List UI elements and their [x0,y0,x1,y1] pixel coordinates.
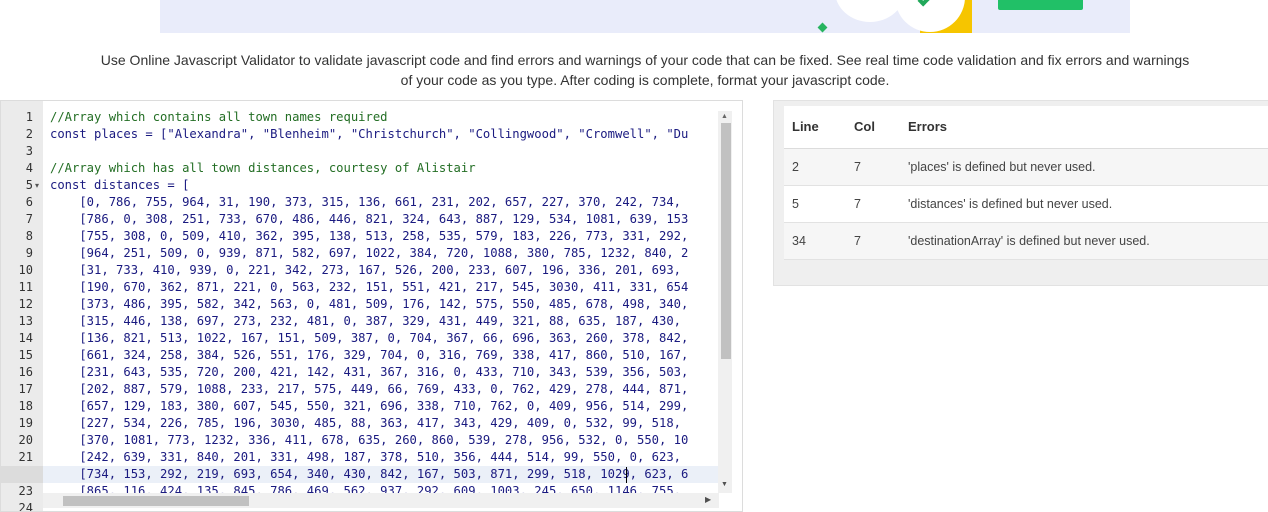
code-line: [315, 446, 138, 697, 273, 232, 481, 0, 3… [50,314,682,328]
error-col: 7 [846,222,900,260]
table-row[interactable]: 5 7 'distances' is defined but never use… [784,185,1268,223]
error-line: 2 [784,148,846,186]
scroll-right-icon[interactable]: ▶ [705,495,711,504]
code-line: [370, 1081, 773, 1232, 336, 411, 678, 63… [50,433,689,447]
validation-results-panel: Line Col Errors 2 7 'places' is defined … [773,100,1268,286]
line-number: 18 [18,399,33,413]
table-row[interactable]: 2 7 'places' is defined but never used. [784,148,1268,186]
code-line: [964, 251, 509, 0, 939, 871, 582, 697, 1… [50,246,689,260]
code-line: //Array which has all town distances, co… [50,161,476,175]
error-line: 5 [784,185,846,223]
editor-gutter: 123456789101112131415161718192021222324▾ [1,101,43,511]
code-line: [190, 670, 362, 871, 221, 0, 563, 232, 1… [50,280,689,294]
code-line: const distances = [ [50,178,190,192]
line-number: 20 [18,433,33,447]
banner-action-button[interactable] [998,0,1083,10]
errors-table-header: Line Col Errors [784,106,1268,149]
line-number: 10 [18,263,33,277]
column-header-line: Line [784,106,846,149]
error-col: 7 [846,185,900,223]
code-line: [227, 534, 226, 785, 196, 3030, 485, 88,… [50,416,682,430]
vertical-scrollbar[interactable]: ▲ ▼ [718,111,732,493]
code-line: [786, 0, 308, 251, 733, 670, 486, 446, 8… [50,212,689,226]
scroll-up-icon[interactable]: ▲ [721,113,728,120]
error-message: 'destinationArray' is defined but never … [900,222,1268,260]
column-header-errors: Errors [900,106,1268,149]
code-line: [242, 639, 331, 840, 201, 331, 498, 187,… [50,450,682,464]
line-number: 8 [25,229,33,243]
line-number: 19 [18,416,33,430]
banner-decoration-circle [835,0,905,22]
line-number: 13 [18,314,33,328]
line-number: 17 [18,382,33,396]
code-line: [657, 129, 183, 380, 607, 545, 550, 321,… [50,399,689,413]
line-number: 16 [18,365,33,379]
code-line: [0, 786, 755, 964, 31, 190, 373, 315, 13… [50,195,682,209]
code-line: [31, 733, 410, 939, 0, 221, 342, 273, 16… [50,263,682,277]
vertical-scrollbar-thumb[interactable] [721,123,731,359]
line-number: 9 [25,246,33,260]
code-line: [734, 153, 292, 219, 693, 654, 340, 430,… [50,467,689,481]
error-col: 7 [846,148,900,186]
code-editor[interactable]: 123456789101112131415161718192021222324▾… [0,100,743,512]
error-message: 'places' is defined but never used. [900,148,1268,186]
active-line-gutter [1,466,43,483]
code-line: [373, 486, 395, 582, 342, 563, 0, 481, 5… [50,297,689,311]
line-number: 23 [18,484,33,498]
line-number: 5 [25,178,33,192]
line-number: 15 [18,348,33,362]
line-number: 21 [18,450,33,464]
line-number: 6 [25,195,33,209]
code-line: [755, 308, 0, 509, 410, 362, 395, 138, 5… [50,229,689,243]
horizontal-scrollbar[interactable]: ▶ [43,493,719,508]
hero-banner [160,0,1130,33]
line-number: 11 [18,280,33,294]
table-row[interactable]: 34 7 'destinationArray' is defined but n… [784,222,1268,260]
line-number: 14 [18,331,33,345]
code-line: //Array which contains all town names re… [50,110,388,124]
code-line: [202, 887, 579, 1088, 233, 217, 575, 449… [50,382,689,396]
code-line: [136, 821, 513, 1022, 167, 151, 509, 387… [50,331,689,345]
line-number: 3 [25,144,33,158]
line-number: 12 [18,297,33,311]
errors-table: Line Col Errors 2 7 'places' is defined … [784,106,1268,260]
code-content[interactable]: //Array which contains all town names re… [50,101,720,511]
line-number: 2 [25,127,33,141]
error-message: 'distances' is defined but never used. [900,185,1268,223]
fold-arrow-icon[interactable]: ▾ [35,181,39,190]
code-line: [231, 643, 535, 720, 200, 421, 142, 431,… [50,365,689,379]
column-header-col: Col [846,106,900,149]
code-line: [661, 324, 258, 384, 526, 551, 176, 329,… [50,348,689,362]
error-line: 34 [784,222,846,260]
line-number: 7 [25,212,33,226]
text-cursor [626,467,627,483]
page-description: Use Online Javascript Validator to valid… [100,52,1190,88]
scroll-down-icon[interactable]: ▼ [721,481,728,488]
horizontal-scrollbar-thumb[interactable] [63,496,249,506]
line-number: 4 [25,161,33,175]
line-number: 24 [18,501,33,512]
code-line: const places = ["Alexandra", "Blenheim",… [50,127,689,141]
line-number: 1 [25,110,33,124]
